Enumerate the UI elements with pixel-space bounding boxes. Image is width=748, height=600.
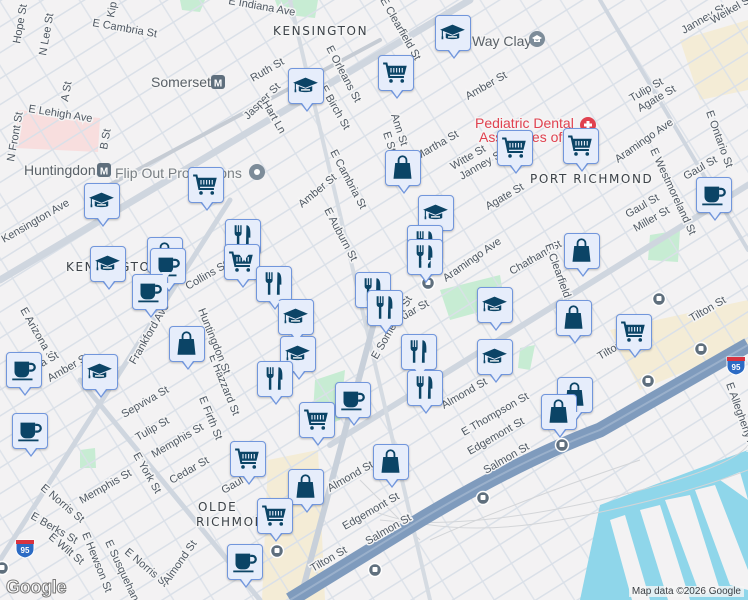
school-icon xyxy=(481,343,508,370)
map-marker-food[interactable] xyxy=(401,334,437,378)
metro-icon[interactable]: M xyxy=(97,163,111,178)
map-marker-food[interactable] xyxy=(407,239,443,283)
map-marker-cart[interactable] xyxy=(497,130,533,174)
map-marker-cup[interactable] xyxy=(132,274,168,318)
map-marker-school[interactable] xyxy=(477,339,513,383)
shopping-cart-icon xyxy=(192,171,219,198)
bus-stop-icon[interactable] xyxy=(640,373,656,389)
shopping-bag-icon xyxy=(560,304,587,331)
map-marker-cart[interactable] xyxy=(188,167,224,211)
shopping-cart-icon xyxy=(303,406,330,433)
map-marker-school[interactable] xyxy=(90,246,126,290)
shopping-bag-icon xyxy=(377,448,404,475)
map-marker-cup[interactable] xyxy=(335,382,371,426)
shopping-cart-icon xyxy=(382,59,409,86)
neighborhood-olde-richmond: OLDE xyxy=(198,500,237,514)
shopping-bag-icon xyxy=(173,330,200,357)
fork-knife-icon xyxy=(260,270,287,297)
map-marker-cart[interactable] xyxy=(378,55,414,99)
svg-text:M: M xyxy=(100,167,108,178)
bus-stop-icon[interactable] xyxy=(554,437,570,453)
neighborhood-kensington: KENSINGTON xyxy=(273,24,368,38)
shopping-cart-icon xyxy=(501,134,528,161)
map-marker-cup[interactable] xyxy=(6,352,42,396)
bus-stop-icon[interactable] xyxy=(269,543,285,559)
map-attribution[interactable]: Map data ©2026 Google xyxy=(628,586,744,597)
shopping-cart-icon xyxy=(620,318,647,345)
bus-stop-icon[interactable] xyxy=(693,341,709,357)
map-marker-cart[interactable] xyxy=(230,441,266,485)
shopping-bag-icon xyxy=(545,398,572,425)
coffee-cup-icon xyxy=(16,417,43,444)
svg-text:95: 95 xyxy=(732,363,741,372)
map-marker-cup[interactable] xyxy=(696,177,732,221)
school-pin-icon[interactable] xyxy=(529,31,545,47)
bus-stop-icon[interactable] xyxy=(0,560,10,576)
map-marker-bag[interactable] xyxy=(373,444,409,488)
fork-knife-icon xyxy=(411,374,438,401)
school-icon xyxy=(86,358,113,385)
shopping-bag-icon xyxy=(389,154,416,181)
map-marker-cart[interactable] xyxy=(563,128,599,172)
map-marker-cart[interactable] xyxy=(616,314,652,358)
fork-knife-icon xyxy=(261,365,288,392)
map-marker-bag[interactable] xyxy=(564,233,600,277)
school-icon xyxy=(88,187,115,214)
fork-knife-icon xyxy=(405,338,432,365)
way-clay-label[interactable]: Way Clay xyxy=(471,32,533,51)
google-logo: Google xyxy=(5,577,67,598)
coffee-cup-icon xyxy=(231,548,258,575)
map-marker-cup[interactable] xyxy=(227,544,263,588)
school-icon xyxy=(439,19,466,46)
map-marker-bag[interactable] xyxy=(288,469,324,513)
bus-stop-icon[interactable] xyxy=(367,562,383,578)
map-marker-food[interactable] xyxy=(257,361,293,405)
shopping-cart-icon xyxy=(261,502,288,529)
coffee-cup-icon xyxy=(136,278,163,305)
map-marker-bag[interactable] xyxy=(556,300,592,344)
interstate-shield-icon: 95 xyxy=(726,356,746,376)
huntingdon-station-label[interactable]: Huntingdon xyxy=(23,161,98,180)
map-marker-school[interactable] xyxy=(435,15,471,59)
map-marker-school[interactable] xyxy=(82,354,118,398)
map-marker-food[interactable] xyxy=(256,266,292,310)
school-icon xyxy=(292,72,319,99)
shopping-bag-icon xyxy=(292,473,319,500)
school-icon xyxy=(94,250,121,277)
map-marker-school[interactable] xyxy=(288,68,324,112)
shopping-cart-icon xyxy=(228,248,255,275)
interstate-shield-icon: 95 xyxy=(15,539,35,559)
shopping-bag-icon xyxy=(568,237,595,264)
bus-stop-icon[interactable] xyxy=(651,291,667,307)
place-pin-icon[interactable] xyxy=(249,164,265,180)
somerset-station-label[interactable]: Somerset xyxy=(150,73,213,92)
map-marker-cart[interactable] xyxy=(257,498,293,542)
map-marker-school[interactable] xyxy=(278,299,314,343)
school-icon xyxy=(481,291,508,318)
school-icon xyxy=(282,303,309,330)
shopping-cart-icon xyxy=(567,132,594,159)
map-marker-cup[interactable] xyxy=(12,413,48,457)
map-marker-school[interactable] xyxy=(84,183,120,227)
coffee-cup-icon xyxy=(10,356,37,383)
school-icon xyxy=(422,199,449,226)
coffee-cup-icon xyxy=(339,386,366,413)
map-marker-food[interactable] xyxy=(407,370,443,414)
map-marker-cart[interactable] xyxy=(224,244,260,288)
map-marker-bag[interactable] xyxy=(385,150,421,194)
bus-stop-icon[interactable] xyxy=(475,490,491,506)
svg-text:M: M xyxy=(214,79,222,90)
shopping-cart-icon xyxy=(234,445,261,472)
map-marker-school[interactable] xyxy=(477,287,513,331)
map-marker-cart[interactable] xyxy=(299,402,335,446)
map-marker-bag[interactable] xyxy=(169,326,205,370)
metro-icon[interactable]: M xyxy=(211,75,225,90)
neighborhood-port-richmond: PORT RICHMOND xyxy=(530,172,653,186)
coffee-cup-icon xyxy=(700,181,727,208)
svg-text:95: 95 xyxy=(21,546,30,555)
